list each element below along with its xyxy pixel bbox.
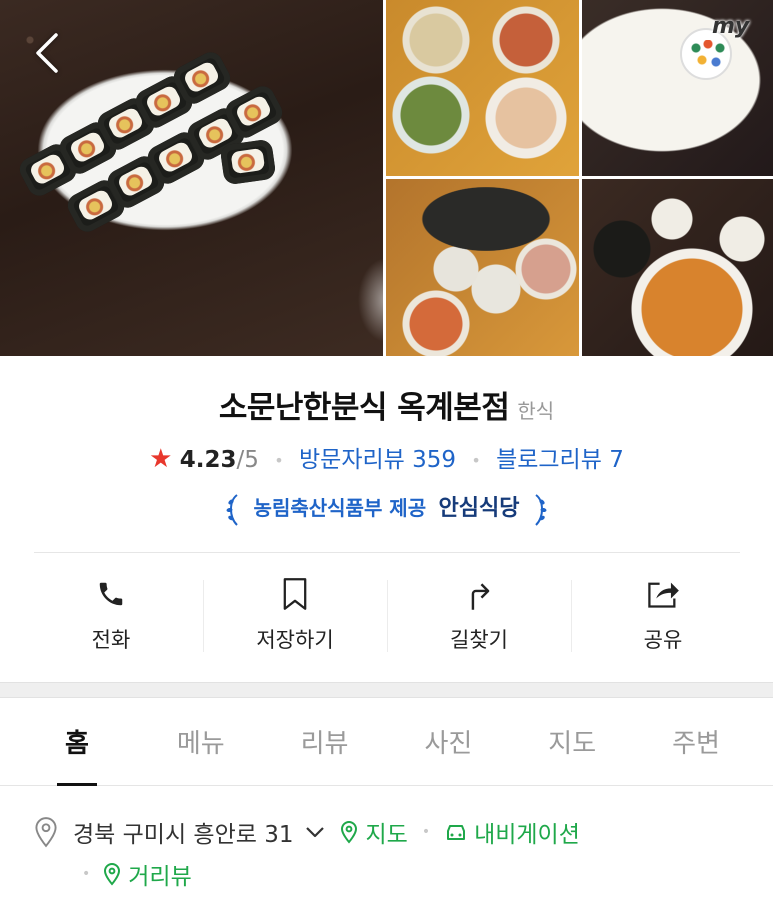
chevron-down-icon	[306, 827, 325, 838]
bookmark-icon	[283, 578, 307, 610]
address-row-2: • 거리뷰	[82, 854, 192, 894]
address-expand-button[interactable]	[305, 825, 325, 839]
banchan-photo[interactable]	[386, 179, 579, 356]
place-name: 소문난한분식 옥계본점	[218, 390, 510, 426]
cert-name: 안심식당	[438, 496, 520, 521]
blog-reviews-link[interactable]: 블로그리뷰 7	[496, 447, 624, 473]
tab-photo[interactable]: 사진	[386, 698, 510, 785]
streetview-link[interactable]: 거리뷰	[102, 857, 192, 891]
action-bar: 전화 저장하기 길찾기 공유	[19, 572, 755, 662]
place-category: 한식	[517, 399, 555, 423]
side-dishes-photo[interactable]	[386, 0, 579, 176]
directions-label: 길찾기	[450, 628, 508, 652]
save-button[interactable]: 저장하기	[203, 572, 387, 662]
directions-button[interactable]: 길찾기	[387, 572, 571, 662]
my-badge[interactable]: my	[676, 14, 754, 86]
map-pin-icon	[341, 820, 358, 844]
my-badge-label: my	[712, 14, 750, 39]
tab-home[interactable]: 홈	[15, 698, 139, 785]
tab-nearby[interactable]: 주변	[634, 698, 758, 785]
directions-icon	[471, 583, 490, 610]
certification-badge[interactable]: 농림축산식품부 제공 안심식당	[0, 490, 773, 527]
share-button[interactable]: 공유	[571, 572, 755, 662]
cert-org: 농림축산식품부 제공	[253, 496, 427, 520]
laurel-right-icon	[535, 493, 547, 526]
rating-row: ★ 4.23/5 • 방문자리뷰 359 • 블로그리뷰 7	[0, 440, 773, 474]
laurel-left-icon	[226, 493, 238, 526]
map-link[interactable]: 지도	[339, 815, 408, 849]
visitor-reviews-link[interactable]: 방문자리뷰 359	[299, 447, 456, 473]
map-link-label: 지도	[365, 822, 408, 848]
call-button[interactable]: 전화	[19, 572, 203, 662]
separator-dot: •	[274, 451, 284, 470]
navigation-link[interactable]: 내비게이션	[444, 815, 580, 849]
share-icon	[648, 582, 679, 608]
separator-dot: •	[471, 451, 481, 470]
tab-review[interactable]: 리뷰	[263, 698, 387, 785]
car-icon	[447, 825, 466, 840]
divider	[34, 552, 740, 553]
chevron-left-icon	[36, 33, 58, 73]
phone-icon	[99, 582, 123, 606]
tab-bar: 홈 메뉴 리뷰 사진 지도 주변	[0, 698, 773, 786]
rating-max: /5	[236, 447, 259, 473]
photo-gallery	[0, 0, 773, 356]
star-icon: ★	[149, 444, 173, 474]
separator-dot: •	[421, 824, 431, 840]
streetview-link-label: 거리뷰	[128, 864, 192, 890]
address-text: 경북 구미시 흥안로 31	[73, 822, 294, 848]
location-pin-icon	[35, 817, 57, 848]
save-label: 저장하기	[256, 628, 334, 652]
title-row: 소문난한분식 옥계본점 한식	[0, 382, 773, 427]
address-row: 경북 구미시 흥안로 31 지도 • 내비게이션	[33, 812, 753, 852]
share-label: 공유	[643, 628, 683, 652]
back-button[interactable]	[30, 30, 64, 76]
ramen-photo[interactable]	[582, 179, 773, 356]
map-pin-icon	[104, 862, 121, 886]
separator-dot: •	[82, 866, 91, 882]
navigation-link-label: 내비게이션	[474, 822, 580, 848]
rating-score: 4.23	[179, 447, 237, 473]
section-gap	[0, 682, 773, 698]
tab-menu[interactable]: 메뉴	[139, 698, 263, 785]
tab-map[interactable]: 지도	[510, 698, 634, 785]
call-label: 전화	[91, 628, 131, 652]
